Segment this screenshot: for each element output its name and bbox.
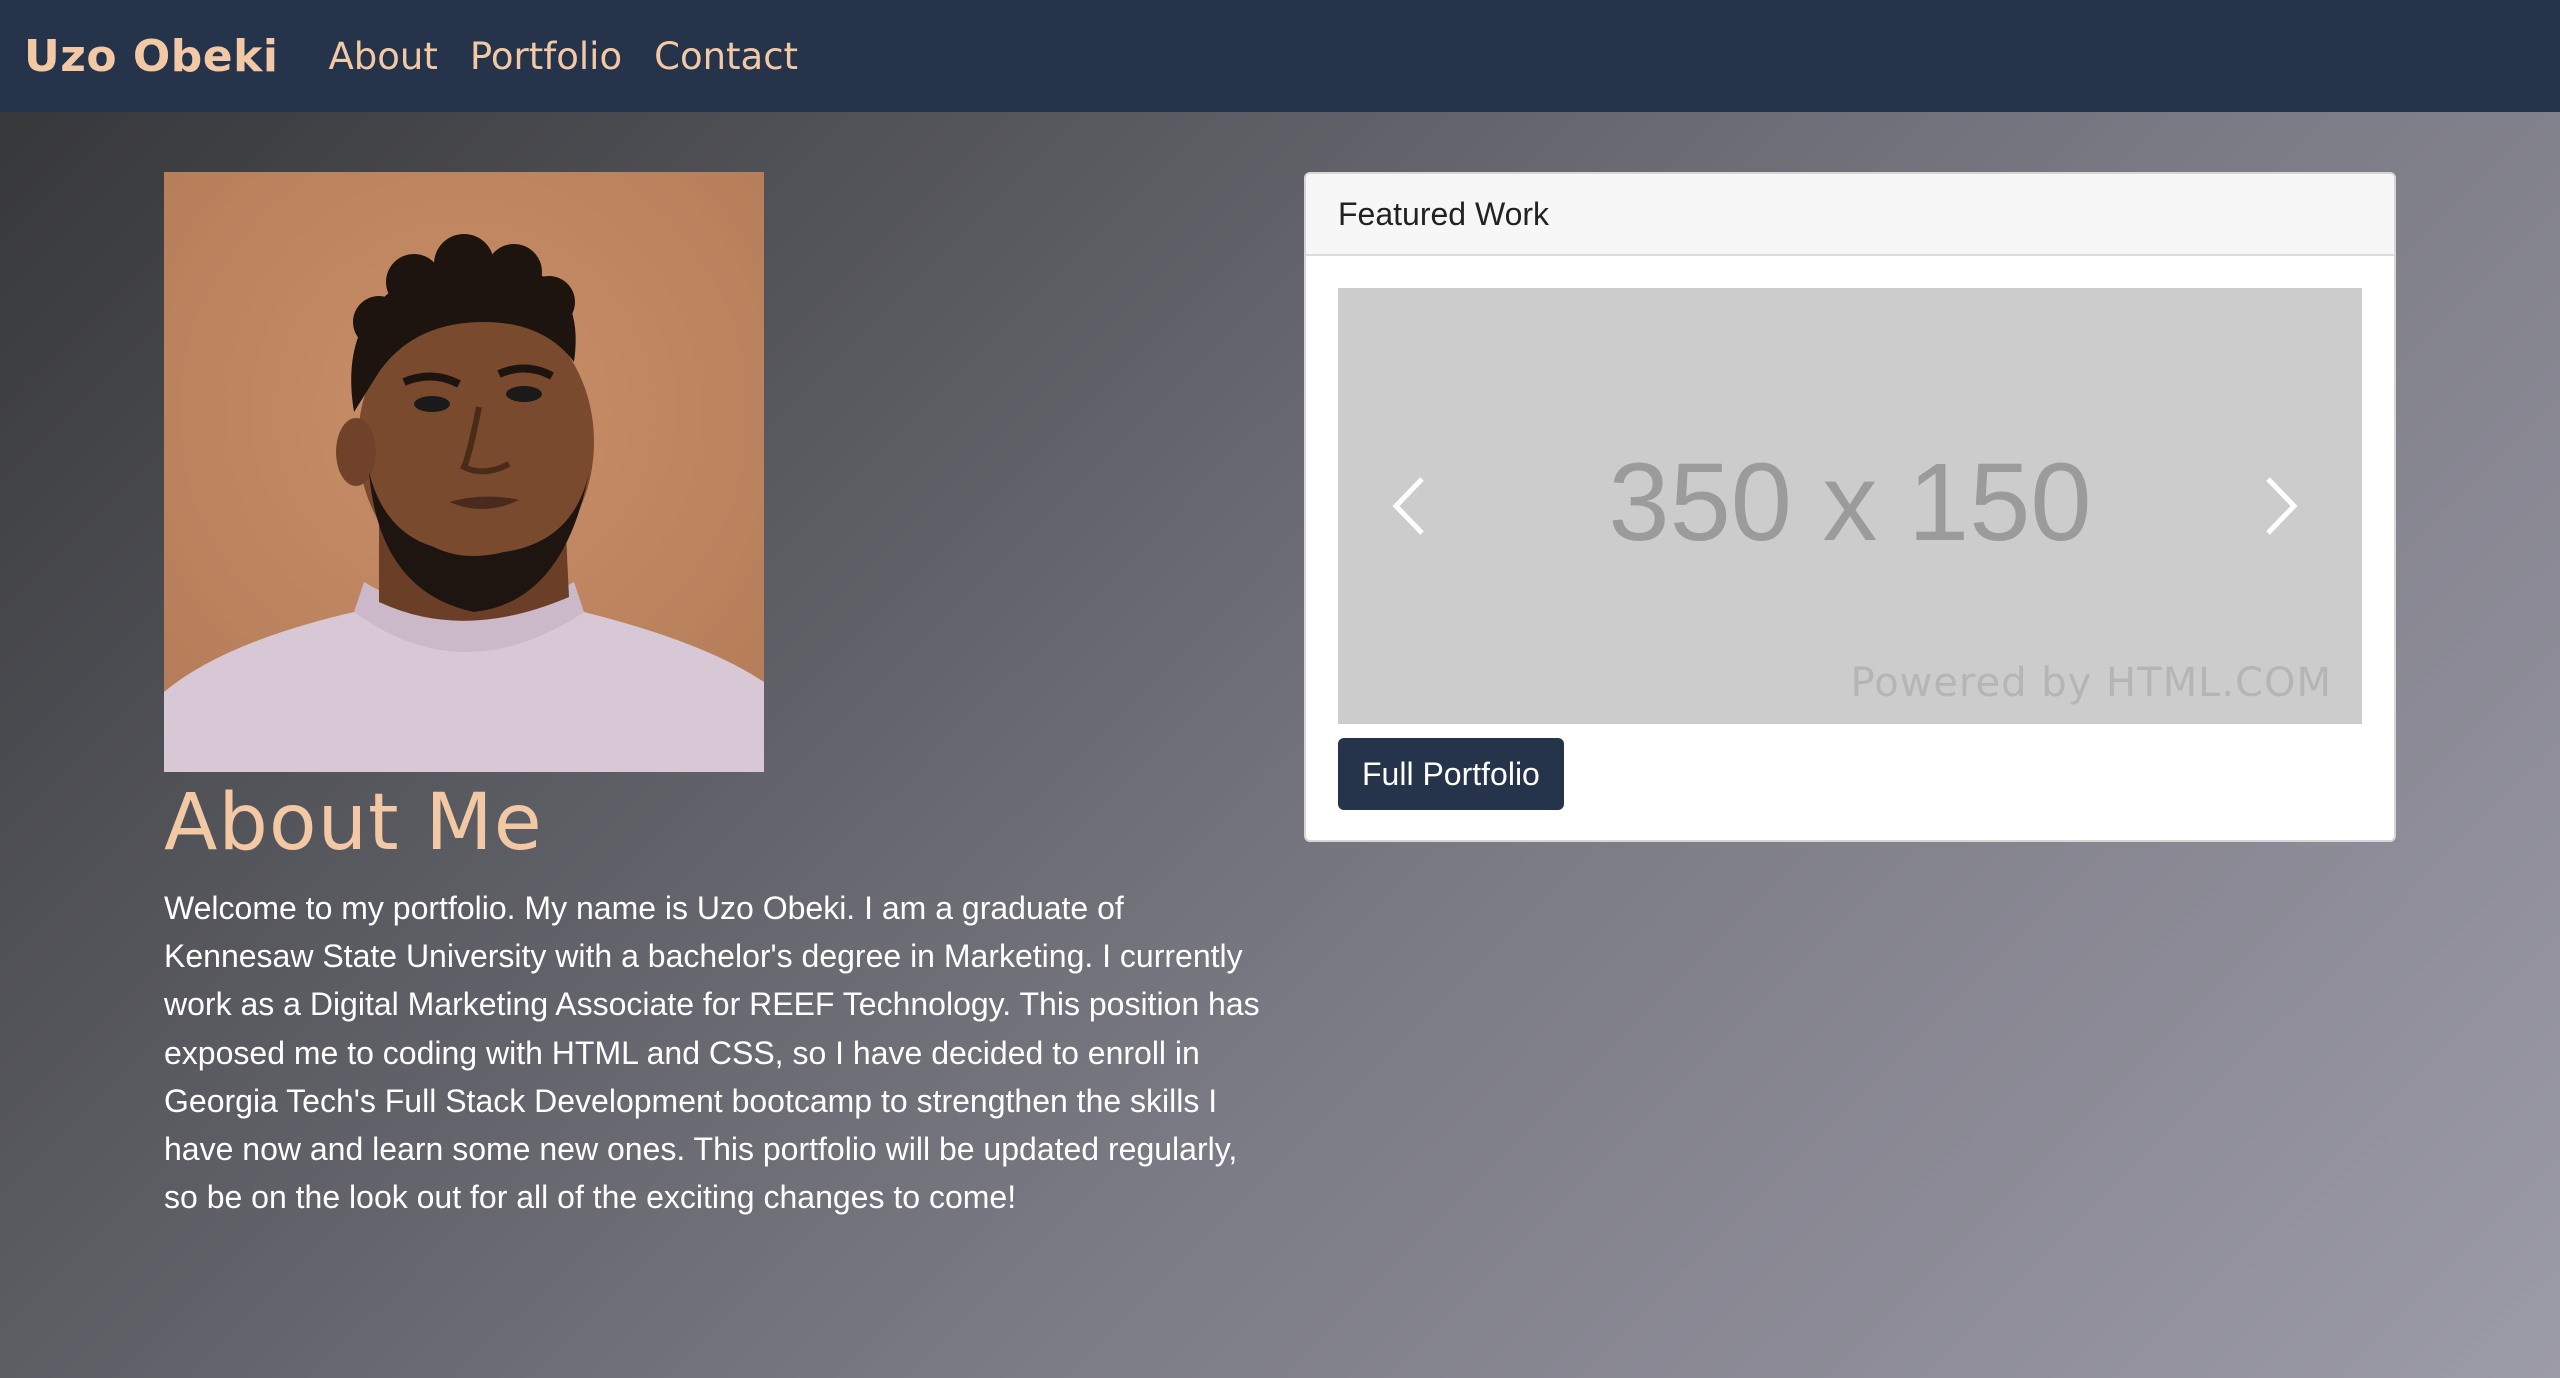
nav-link-about[interactable]: About xyxy=(328,35,437,78)
featured-work-card: Featured Work 350 x 150 Powered by HTML.… xyxy=(1304,172,2396,842)
profile-photo xyxy=(164,172,764,772)
featured-carousel[interactable]: 350 x 150 Powered by HTML.COM xyxy=(1338,288,2362,724)
card-header: Featured Work xyxy=(1306,174,2394,256)
brand-logo[interactable]: Uzo Obeki xyxy=(24,31,278,82)
nav-link-contact[interactable]: Contact xyxy=(654,35,798,78)
carousel-next-button[interactable] xyxy=(2252,466,2312,546)
about-heading: About Me xyxy=(164,778,543,868)
powered-by-text: Powered by HTML.COM xyxy=(1850,660,2332,706)
carousel-prev-button[interactable] xyxy=(1378,466,1438,546)
chevron-left-icon xyxy=(1392,477,1424,535)
full-portfolio-button[interactable]: Full Portfolio xyxy=(1338,738,1564,810)
navbar: Uzo Obeki About Portfolio Contact xyxy=(0,0,2560,112)
about-paragraph: Welcome to my portfolio. My name is Uzo … xyxy=(164,890,1260,1216)
chevron-right-icon xyxy=(2266,477,2298,535)
placeholder-image-text: 350 x 150 xyxy=(1608,440,2092,564)
nav-link-portfolio[interactable]: Portfolio xyxy=(470,35,622,78)
